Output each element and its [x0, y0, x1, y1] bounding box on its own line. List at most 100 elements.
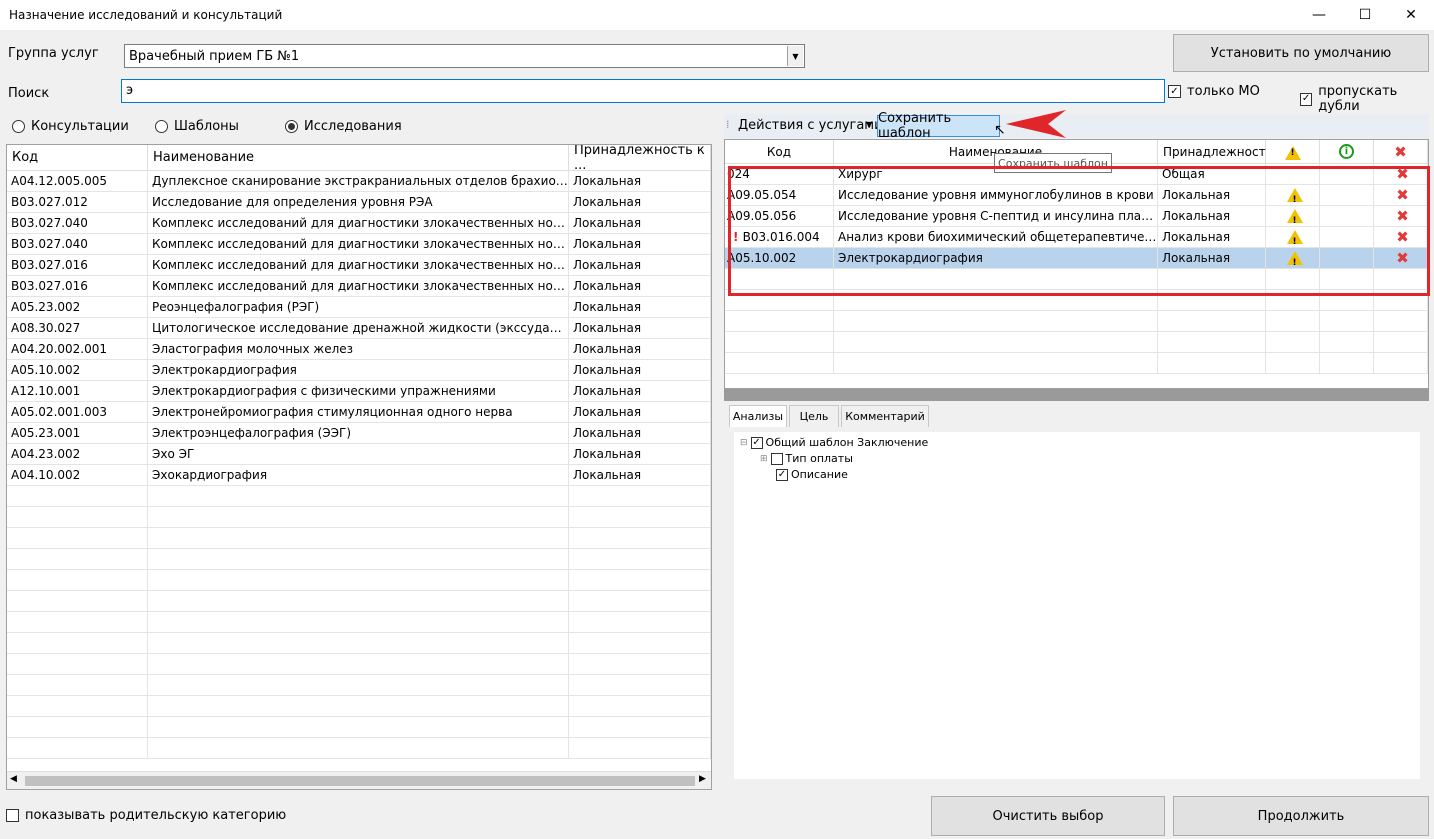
- rcol-info[interactable]: i: [1320, 140, 1374, 164]
- scroll-right-icon[interactable]: ▶: [699, 774, 706, 784]
- delete-icon[interactable]: ✖: [1396, 186, 1409, 204]
- tab-analyses[interactable]: Анализы: [729, 405, 787, 427]
- table-row[interactable]: A05.10.002 Электрокардиография Локальная: [7, 360, 711, 381]
- radio-research-circle[interactable]: [285, 120, 298, 133]
- table-cell: [1320, 269, 1374, 290]
- table-cell: Электрокардиография с физическими упражн…: [148, 381, 569, 402]
- delete-icon[interactable]: ✖: [1396, 249, 1409, 267]
- table-row[interactable]: A05.02.001.003 Электронейромиография стим…: [7, 402, 711, 423]
- table-cell: [148, 591, 569, 612]
- tab-comment[interactable]: Комментарий: [841, 405, 929, 427]
- table-cell: [7, 633, 148, 654]
- table-row[interactable]: B03.027.040 Комплекс исследований для диа…: [7, 213, 711, 234]
- delete-icon[interactable]: ✖: [1396, 228, 1409, 246]
- radio-templates[interactable]: Шаблоны: [155, 119, 239, 134]
- table-cell: [834, 269, 1158, 290]
- continue-button[interactable]: Продолжить: [1173, 796, 1429, 836]
- tooltip: Сохранить шаблон: [994, 153, 1112, 173]
- table-row[interactable]: B03.027.040 Комплекс исследований для диа…: [7, 234, 711, 255]
- horizontal-scrollbar[interactable]: ◀ ▶: [7, 771, 711, 789]
- expand-icon[interactable]: ⊞: [760, 454, 768, 464]
- set-default-button[interactable]: Установить по умолчанию: [1173, 34, 1429, 72]
- selected-row[interactable]: A09.05.054 Исследование уровня иммуноглоб…: [725, 185, 1428, 206]
- table-row[interactable]: A08.30.027 Цитологическое исследование др…: [7, 318, 711, 339]
- delete-icon: ✖: [1394, 142, 1407, 161]
- tree-root-label: Общий шаблон Заключение: [765, 436, 929, 449]
- delete-icon[interactable]: ✖: [1396, 165, 1409, 183]
- table-row[interactable]: A05.23.001 Электроэнцефалография (ЭЭГ) Лок…: [7, 423, 711, 444]
- table-row[interactable]: B03.027.012 Исследование для определения …: [7, 192, 711, 213]
- minimize-button[interactable]: —: [1296, 0, 1342, 30]
- table-cell: Эхокардиография: [148, 465, 569, 486]
- tree-child-description[interactable]: ✓ Описание: [776, 468, 848, 481]
- selected-row: [725, 311, 1428, 332]
- search-value: э: [126, 83, 134, 98]
- selected-services-grid[interactable]: Код Наименование Принадлежность i ✖ 024Х…: [724, 139, 1429, 389]
- table-row[interactable]: A12.10.001 Электрокардиография с физическ…: [7, 381, 711, 402]
- rcol-delete[interactable]: ✖: [1374, 140, 1428, 164]
- table-row[interactable]: A05.23.002 Реоэнцефалография (РЭГ) Локальн…: [7, 297, 711, 318]
- selected-row[interactable]: ! B03.016.004 Анализ крови биохимический …: [725, 227, 1428, 248]
- table-cell: [569, 486, 711, 507]
- show-parent-label: показывать родительскую категорию: [25, 808, 287, 823]
- only-mo-checkbox[interactable]: ✓: [1168, 85, 1181, 98]
- tree-payment-checkbox[interactable]: [770, 452, 783, 465]
- skip-dupes-option[interactable]: ✓ пропускать дубли: [1300, 84, 1434, 114]
- group-select[interactable]: Врачебный прием ГБ №1 ▼: [124, 44, 805, 68]
- tree-root-checkbox[interactable]: ✓: [750, 436, 763, 449]
- save-template-button[interactable]: Сохранить шаблон: [877, 111, 1000, 141]
- clear-selection-button[interactable]: Очистить выбор: [931, 796, 1165, 836]
- table-row[interactable]: A04.12.005.005 Дуплексное сканирование эк…: [7, 171, 711, 192]
- services-grid[interactable]: Код Наименование Принадлежность к ... A0…: [6, 144, 712, 790]
- search-input[interactable]: э: [121, 79, 1165, 103]
- scroll-thumb[interactable]: [25, 776, 695, 786]
- actions-menu[interactable]: Действия с услугами: [738, 118, 883, 133]
- close-button[interactable]: ✕: [1388, 0, 1434, 30]
- actions-dropdown-icon[interactable]: ▼: [866, 120, 872, 129]
- rcol-owner[interactable]: Принадлежность: [1158, 140, 1273, 164]
- show-parent-option[interactable]: показывать родительскую категорию: [6, 808, 286, 823]
- table-row[interactable]: B03.027.016 Комплекс исследований для диа…: [7, 255, 711, 276]
- table-cell: [1374, 311, 1428, 332]
- col-name[interactable]: Наименование: [148, 145, 569, 171]
- radio-consult[interactable]: Консультации: [12, 119, 129, 134]
- chevron-down-icon[interactable]: ▼: [787, 46, 803, 66]
- table-cell: Локальная: [569, 318, 711, 339]
- table-cell: [148, 612, 569, 633]
- show-parent-checkbox[interactable]: [6, 809, 19, 822]
- splitter[interactable]: [724, 389, 1429, 401]
- tree-child-payment[interactable]: ⊞ Тип оплаты: [760, 452, 853, 465]
- warning-icon: [1286, 230, 1303, 247]
- radio-research[interactable]: Исследования: [285, 119, 402, 134]
- skip-dupes-checkbox[interactable]: ✓: [1300, 92, 1313, 106]
- selected-row: [725, 353, 1428, 374]
- tree-root[interactable]: ⊟ ✓ Общий шаблон Заключение: [740, 436, 928, 449]
- rcol-warning[interactable]: [1266, 140, 1320, 164]
- table-cell: [148, 570, 569, 591]
- table-row[interactable]: B03.027.016 Комплекс исследований для диа…: [7, 276, 711, 297]
- table-cell: Локальная: [569, 360, 711, 381]
- col-code[interactable]: Код: [7, 145, 148, 171]
- radio-templates-circle[interactable]: [155, 120, 168, 133]
- col-owner[interactable]: Принадлежность к ...: [569, 145, 711, 173]
- rcol-code[interactable]: Код: [725, 140, 834, 164]
- only-mo-option[interactable]: ✓ только МО: [1168, 84, 1260, 99]
- selected-row[interactable]: A05.10.002 ЭлектрокардиографияЛокальная ✖: [725, 248, 1428, 269]
- maximize-button[interactable]: ☐: [1342, 0, 1388, 30]
- table-cell: A05.23.001: [7, 423, 148, 444]
- scroll-left-icon[interactable]: ◀: [10, 774, 17, 784]
- table-cell: [148, 528, 569, 549]
- table-row[interactable]: A04.10.002 Эхокардиография Локальная: [7, 465, 711, 486]
- delete-icon[interactable]: ✖: [1396, 207, 1409, 225]
- table-row[interactable]: A04.20.002.001 Эластография молочных желе…: [7, 339, 711, 360]
- table-cell: [725, 290, 834, 311]
- table-cell: Локальная: [569, 444, 711, 465]
- tree-description-checkbox[interactable]: ✓: [776, 468, 788, 481]
- tab-goal[interactable]: Цель: [789, 405, 839, 427]
- selected-row[interactable]: A09.05.056 Исследование уровня С-пептид и…: [725, 206, 1428, 227]
- collapse-icon[interactable]: ⊟: [740, 438, 748, 448]
- table-row[interactable]: A04.23.002 Эхо ЭГ Локальная: [7, 444, 711, 465]
- table-cell: [1266, 206, 1320, 227]
- table-row: [7, 570, 711, 591]
- radio-consult-circle[interactable]: [12, 120, 25, 133]
